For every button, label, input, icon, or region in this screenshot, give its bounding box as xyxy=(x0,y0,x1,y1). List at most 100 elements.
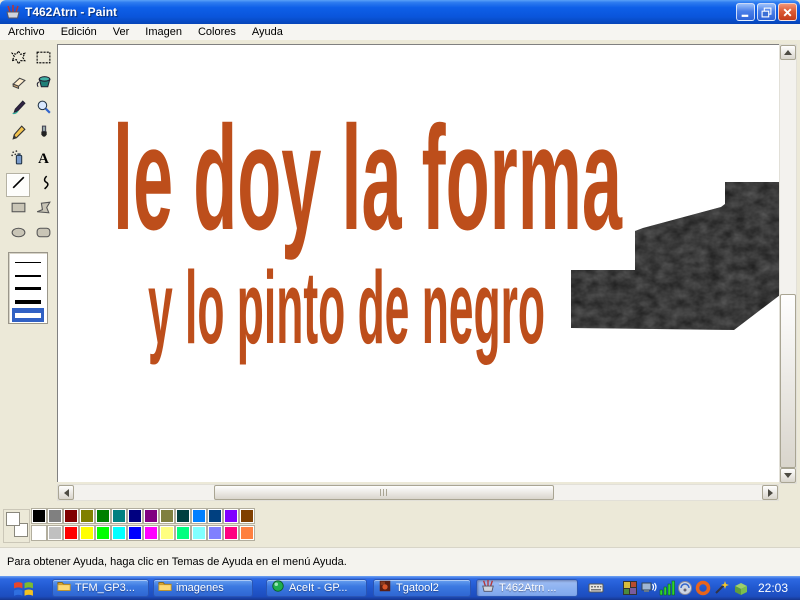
line-width-5px[interactable] xyxy=(12,308,44,322)
scroll-up-button[interactable] xyxy=(780,45,796,60)
color-swatch[interactable] xyxy=(96,509,110,523)
tool-eraser[interactable] xyxy=(6,73,30,97)
tool-pencil[interactable] xyxy=(6,123,30,147)
horizontal-scrollbar[interactable] xyxy=(57,484,779,501)
desktop: T462Atrn - Paint ArchivoEdiciónVerImagen… xyxy=(0,0,800,600)
color-swatch[interactable] xyxy=(208,526,222,540)
svg-text:A: A xyxy=(38,151,49,166)
tool-fill[interactable] xyxy=(31,73,55,97)
signal-bars-icon[interactable] xyxy=(659,580,675,596)
scroll-down-button[interactable] xyxy=(780,468,796,483)
magic-wand-icon[interactable] xyxy=(713,580,729,596)
color-swatch[interactable] xyxy=(144,526,158,540)
tool-text[interactable]: A xyxy=(31,148,55,172)
vertical-scrollbar[interactable] xyxy=(779,44,797,484)
color-swatch[interactable] xyxy=(80,526,94,540)
menu-colores[interactable]: Colores xyxy=(190,25,244,39)
keyboard-icon[interactable] xyxy=(588,580,604,596)
taskbar-clock[interactable]: 22:03 xyxy=(750,581,796,595)
color-swatch[interactable] xyxy=(192,526,206,540)
horizontal-scroll-thumb[interactable] xyxy=(214,485,554,500)
tool-pick-color[interactable] xyxy=(6,98,30,122)
rectangle-icon xyxy=(10,199,27,221)
taskbar-button-tfm-gp3[interactable]: TFM_GP3... xyxy=(52,579,149,597)
menu-bar: ArchivoEdiciónVerImagenColoresAyuda xyxy=(0,24,800,40)
airbrush-icon xyxy=(10,149,27,171)
line-width-sample xyxy=(15,275,41,277)
minimize-button[interactable] xyxy=(736,3,755,21)
tool-free-form-select[interactable] xyxy=(6,48,30,72)
folder-icon xyxy=(158,579,172,597)
tool-line[interactable] xyxy=(6,173,30,197)
menu-imagen[interactable]: Imagen xyxy=(137,25,190,39)
color-swatch[interactable] xyxy=(224,526,238,540)
color-swatch[interactable] xyxy=(32,526,46,540)
restore-button[interactable] xyxy=(757,3,776,21)
tool-rectangle[interactable] xyxy=(6,198,30,222)
package-icon[interactable] xyxy=(733,580,749,596)
color-swatch[interactable] xyxy=(224,509,238,523)
start-button[interactable] xyxy=(13,580,34,596)
palette-row-top xyxy=(32,509,254,523)
color-swatch[interactable] xyxy=(192,509,206,523)
color-swatch[interactable] xyxy=(96,526,110,540)
select-icon xyxy=(35,49,52,71)
color-swatch[interactable] xyxy=(144,509,158,523)
color-swatch[interactable] xyxy=(208,509,222,523)
color-swatch[interactable] xyxy=(240,509,254,523)
tool-brush[interactable] xyxy=(31,123,55,147)
tool-select[interactable] xyxy=(31,48,55,72)
taskbar-button-imagenes[interactable]: imagenes xyxy=(153,579,253,597)
color-swatch[interactable] xyxy=(64,526,78,540)
scroll-right-button[interactable] xyxy=(762,485,778,500)
line-width-4px[interactable] xyxy=(9,295,47,308)
color-swatch[interactable] xyxy=(240,526,254,540)
tool-magnifier[interactable] xyxy=(31,98,55,122)
menu-ayuda[interactable]: Ayuda xyxy=(244,25,291,39)
taskbar-button-t462atrn[interactable]: T462Atrn ... xyxy=(476,579,578,597)
curve-icon xyxy=(35,174,52,196)
taskbar-button-label: T462Atrn ... xyxy=(499,582,556,594)
vertical-scroll-thumb[interactable] xyxy=(780,294,796,468)
tool-polygon[interactable] xyxy=(31,198,55,222)
color-swatch[interactable] xyxy=(160,509,174,523)
tool-rounded-rectangle[interactable] xyxy=(31,223,55,247)
line-width-3px[interactable] xyxy=(9,282,47,295)
tool-curve[interactable] xyxy=(31,173,55,197)
menu-edicion[interactable]: Edición xyxy=(53,25,105,39)
color-swatch[interactable] xyxy=(176,509,190,523)
paint-canvas[interactable]: le doy la forma y lo pinto de negro xyxy=(57,44,779,482)
canvas-drawing: le doy la forma y lo pinto de negro xyxy=(58,45,779,482)
monitor-audio-icon[interactable] xyxy=(641,580,657,596)
color-swatch[interactable] xyxy=(128,526,142,540)
aceit-icon xyxy=(271,579,285,597)
close-button[interactable] xyxy=(778,3,797,21)
color-swatch[interactable] xyxy=(48,509,62,523)
tool-airbrush[interactable] xyxy=(6,148,30,172)
brush-icon xyxy=(35,124,52,146)
color-swatch[interactable] xyxy=(176,526,190,540)
color-swatch[interactable] xyxy=(112,509,126,523)
taskbar-button-aceit-gp[interactable]: AceIt - GP... xyxy=(266,579,367,597)
taskbar-button-label: imagenes xyxy=(176,582,224,594)
line-width-2px[interactable] xyxy=(9,269,47,282)
color-swatch[interactable] xyxy=(128,509,142,523)
line-width-1px[interactable] xyxy=(9,256,47,269)
volume-icon[interactable] xyxy=(677,580,693,596)
line-width-sample xyxy=(15,313,41,318)
color-swatch[interactable] xyxy=(112,526,126,540)
color-swatch[interactable] xyxy=(32,509,46,523)
color-swatch[interactable] xyxy=(48,526,62,540)
graphics-icon[interactable] xyxy=(622,580,638,596)
scroll-left-button[interactable] xyxy=(58,485,74,500)
menu-archivo[interactable]: Archivo xyxy=(0,25,53,39)
taskbar-button-tgatool2[interactable]: Tgatool2 xyxy=(373,579,471,597)
tool-ellipse[interactable] xyxy=(6,223,30,247)
color-swatch[interactable] xyxy=(160,526,174,540)
taskbar-button-label: Tgatool2 xyxy=(396,582,439,594)
sync-ring-icon[interactable] xyxy=(695,580,711,596)
menu-ver[interactable]: Ver xyxy=(105,25,138,39)
rounded-rectangle-icon xyxy=(35,224,52,246)
color-swatch[interactable] xyxy=(80,509,94,523)
color-swatch[interactable] xyxy=(64,509,78,523)
